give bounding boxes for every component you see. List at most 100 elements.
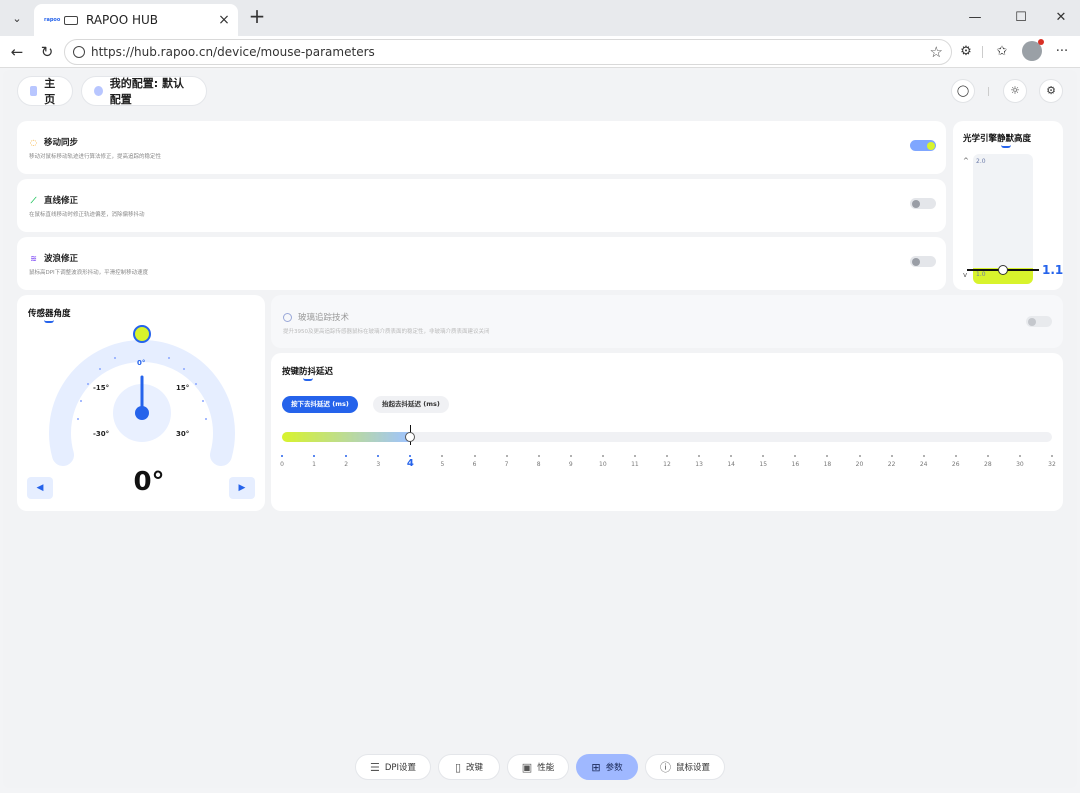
nav-mouse-settings[interactable]: ⓘ 鼠标设置: [645, 754, 725, 780]
ripple-control-toggle[interactable]: [910, 256, 936, 267]
tab-release-debounce[interactable]: 抬起去抖延迟 (ms): [373, 396, 449, 413]
favorite-star-icon[interactable]: ☆: [930, 43, 943, 61]
slider-tick-label: 20: [855, 461, 864, 468]
new-tab-icon[interactable]: +: [246, 6, 268, 28]
slider-tick-label: 26: [951, 461, 960, 468]
slider-tick: [281, 455, 283, 457]
line-correction-icon: ⟋: [30, 195, 37, 205]
url-input[interactable]: https://hub.rapoo.cn/device/mouse-parame…: [64, 39, 952, 65]
brightness-icon[interactable]: ☼: [1003, 79, 1027, 103]
close-tab-icon[interactable]: ×: [216, 12, 232, 28]
slider-tick: [345, 455, 348, 457]
ripple-control-card: ≋ 波浪修正 鼠标高DPI下调整波浪形抖动，平滑控制移动速度: [17, 237, 946, 290]
angle-label-30: 30°: [176, 430, 190, 438]
grid-icon: ⊞: [591, 760, 601, 774]
slider-tick-label: 24: [919, 461, 928, 468]
mouse-icon: ▯: [454, 760, 462, 774]
slider-tick: [313, 455, 316, 457]
toggle-knob: [912, 257, 920, 266]
lod-card: 光学引擎静默高度 ^ v 2.0 1.0 1.1: [953, 121, 1063, 290]
config-button[interactable]: 我的配置: 默认配置: [81, 76, 207, 106]
debounce-title: 按键防抖延迟: [282, 365, 334, 381]
lod-bottom-label: 1.0: [976, 271, 986, 278]
more-menu-icon[interactable]: ···: [1052, 42, 1072, 62]
site-info-icon[interactable]: [73, 46, 85, 58]
tab-press-debounce[interactable]: 按下去抖延迟 (ms): [282, 396, 358, 413]
slider-tick-label: 11: [631, 461, 639, 468]
slider-tick-label: 9: [568, 461, 573, 468]
angle-snapping-toggle[interactable]: [910, 198, 936, 209]
app-area: 主页 我的配置: 默认配置 ◯ ☼ ⚙ ◌ 移动同步 移动对鼠标移动轨迹进行算法…: [3, 70, 1077, 788]
slider-tick: [730, 455, 733, 457]
glass-icon: [283, 312, 292, 322]
nav-dpi-settings[interactable]: ☰ DPI设置: [355, 754, 431, 780]
lod-value: 1.1: [1042, 263, 1064, 277]
dial-handle[interactable]: [133, 325, 151, 343]
nav-dpi-label: DPI设置: [384, 763, 417, 773]
slider-tick-label: 5: [440, 461, 445, 468]
minimize-icon[interactable]: —: [964, 8, 986, 28]
ripple-control-label: 波浪修正: [44, 254, 79, 264]
angle-value: 0°: [133, 467, 165, 497]
tab-title: RAPOO HUB: [86, 13, 159, 27]
debounce-title-text: 按键防抖延迟: [282, 367, 334, 377]
slider-tick: [537, 455, 540, 457]
slider-tick-label: 15: [759, 461, 768, 468]
favorites-icon[interactable]: ✩: [992, 42, 1012, 62]
config-label: 我的配置: 默认配置: [109, 77, 184, 106]
home-button[interactable]: 主页: [17, 76, 73, 106]
nav-performance[interactable]: ▣ 性能: [507, 754, 569, 780]
angle-snapping-desc: 在鼠标直线移动时修正轨迹偏差，消除偏移抖动: [29, 212, 145, 218]
browser-tab[interactable]: rapoo RAPOO HUB ×: [34, 4, 238, 36]
slider-tick: [698, 455, 701, 457]
motion-sync-desc: 移动对鼠标移动轨迹进行算法修正，提高追踪的稳定性: [29, 154, 162, 160]
slider-tick-label: 7: [504, 461, 509, 468]
motion-sync-label: 移动同步: [44, 138, 79, 148]
performance-icon: ▣: [521, 760, 533, 774]
user-icon[interactable]: ◯: [951, 79, 975, 103]
lod-up-arrow-icon[interactable]: ^: [963, 157, 969, 165]
debounce-slider-fill: [282, 432, 411, 442]
slider-tick: [666, 455, 668, 457]
dial-pivot: [135, 406, 149, 420]
browser-window: ⌄ rapoo RAPOO HUB × + — ☐ ✕ ← ↻ https://…: [0, 0, 1080, 793]
slider-tick-label: 10: [599, 461, 607, 468]
angle-label-neg30: -30°: [93, 430, 110, 438]
nav-key-remap[interactable]: ▯ 改键: [438, 754, 500, 780]
tab-list-chevron-icon[interactable]: ⌄: [5, 6, 29, 30]
slider-tick: [826, 455, 829, 457]
lod-top-label: 2.0: [976, 158, 986, 165]
slider-tick-label: 16: [791, 461, 800, 468]
glass-tracking-toggle[interactable]: [1026, 316, 1052, 327]
sync-icon: ◌: [30, 137, 37, 147]
lod-slider-handle[interactable]: [998, 265, 1008, 275]
maximize-icon[interactable]: ☐: [1010, 8, 1032, 28]
slider-tick-label: 30: [1016, 461, 1024, 468]
motion-sync-toggle[interactable]: [910, 140, 936, 151]
slider-tick: [986, 455, 989, 457]
nav-parameters[interactable]: ⊞ 参数: [576, 754, 638, 780]
address-bar-row: ← ↻ https://hub.rapoo.cn/device/mouse-pa…: [0, 36, 1080, 68]
url-text: https://hub.rapoo.cn/device/mouse-parame…: [91, 45, 375, 59]
nav-performance-label: 性能: [537, 763, 555, 773]
slider-tick-label: 8: [536, 461, 541, 468]
slider-tick: [1018, 455, 1021, 457]
glass-tracking-label: 玻璃追踪技术: [298, 313, 350, 323]
lod-down-arrow-icon[interactable]: v: [963, 271, 967, 279]
slider-tick-label: 18: [823, 461, 832, 468]
profile-avatar[interactable]: [1022, 39, 1044, 61]
extensions-icon[interactable]: ⚙: [956, 42, 976, 62]
slider-tick-label: 32: [1048, 461, 1056, 468]
title-underline: [1001, 145, 1011, 148]
toggle-knob: [1028, 317, 1036, 326]
refresh-icon[interactable]: ↻: [36, 41, 58, 63]
slider-tick-label: 4: [406, 458, 414, 469]
glass-tracking-title: 玻璃追踪技术: [283, 311, 349, 323]
slider-tick-label: 13: [695, 461, 703, 468]
motion-sync-card: ◌ 移动同步 移动对鼠标移动轨迹进行算法修正，提高追踪的稳定性: [17, 121, 946, 174]
settings-gear-icon[interactable]: ⚙: [1039, 79, 1063, 103]
slider-tick: [633, 455, 636, 457]
close-window-icon[interactable]: ✕: [1050, 8, 1072, 28]
back-arrow-icon[interactable]: ←: [6, 41, 28, 63]
angle-label-neg15: -15°: [93, 384, 110, 392]
